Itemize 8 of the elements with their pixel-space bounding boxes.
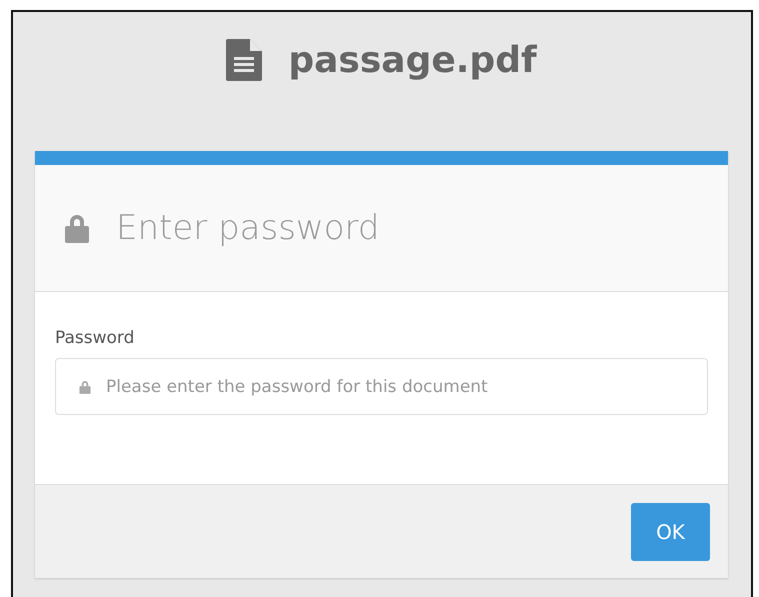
file-title: passage.pdf: [288, 40, 537, 80]
document-icon: [226, 39, 262, 81]
password-field[interactable]: Please enter the password for this document: [55, 358, 708, 415]
lock-icon: [64, 213, 90, 243]
ok-button[interactable]: OK: [631, 502, 710, 560]
dialog-title: Enter password: [116, 208, 380, 248]
lock-icon: [79, 380, 91, 394]
field-label: Password: [55, 328, 136, 348]
